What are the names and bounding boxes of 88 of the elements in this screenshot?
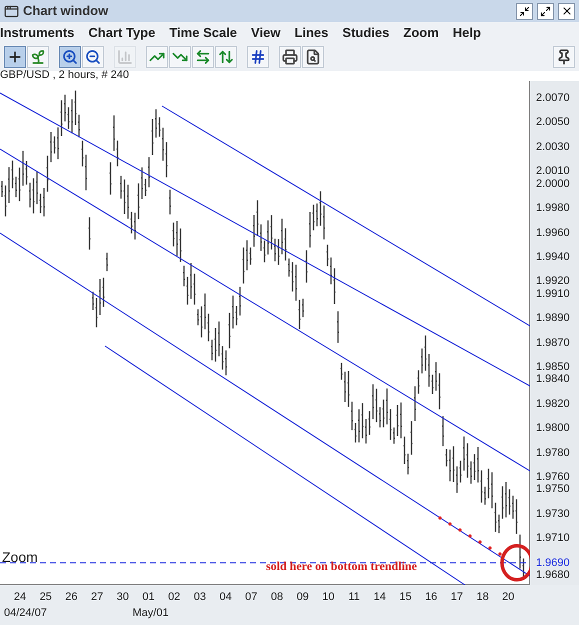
crosshair-icon bbox=[7, 49, 23, 65]
price-label: 1.9910 bbox=[536, 288, 570, 300]
date-label: 25 bbox=[40, 590, 52, 605]
date-label: 26 bbox=[65, 590, 78, 605]
price-label: 1.9680 bbox=[536, 569, 570, 581]
chart-title: GBP/USD , 2 hours, # 240 bbox=[0, 70, 130, 81]
price-label: 1.9840 bbox=[536, 373, 570, 386]
menu-item[interactable]: Studies bbox=[342, 22, 390, 42]
zoom-label: Zoom bbox=[2, 548, 38, 567]
maximize-icon bbox=[540, 6, 551, 16]
printer-button[interactable] bbox=[279, 46, 301, 68]
trend-down-button[interactable] bbox=[169, 46, 191, 68]
date-label: 11 bbox=[348, 590, 360, 605]
arrows-horizontal-button[interactable] bbox=[192, 46, 214, 68]
price-label: 1.9940 bbox=[536, 251, 570, 263]
price-label: 1.9690 bbox=[536, 556, 570, 569]
print-preview-button[interactable] bbox=[302, 46, 324, 68]
date-label: 01 bbox=[142, 590, 155, 605]
arrows-vertical-button[interactable] bbox=[215, 46, 237, 68]
date-label: 09 bbox=[296, 590, 309, 605]
price-label: 1.9820 bbox=[536, 398, 570, 410]
date-label: 02 bbox=[168, 590, 180, 605]
plant-button[interactable] bbox=[27, 46, 49, 68]
grid-button[interactable] bbox=[247, 46, 269, 68]
printer-icon bbox=[282, 49, 298, 65]
grid-icon bbox=[250, 49, 266, 65]
price-label: 1.9710 bbox=[536, 532, 570, 544]
date-label: 20 bbox=[502, 590, 514, 605]
price-label: 2.0030 bbox=[536, 140, 570, 153]
menu-item[interactable]: Chart Type bbox=[88, 22, 156, 42]
minimize-button[interactable] bbox=[516, 2, 533, 20]
print-preview-icon bbox=[305, 49, 321, 65]
annotation-text: sold here on bottom trendline bbox=[266, 558, 417, 575]
close-button[interactable] bbox=[558, 2, 575, 20]
date-label: 15 bbox=[399, 590, 412, 605]
zoom-in-icon bbox=[62, 49, 78, 65]
minimize-icon bbox=[519, 6, 530, 16]
menu-item[interactable]: View bbox=[251, 22, 280, 42]
arrows-horizontal-icon bbox=[195, 49, 211, 65]
zoom-in-button[interactable] bbox=[59, 46, 81, 68]
date-label: 04 bbox=[219, 590, 232, 605]
price-label: 2.0070 bbox=[536, 92, 570, 104]
date-label: 10 bbox=[322, 590, 335, 605]
trend-up-button[interactable] bbox=[146, 46, 168, 68]
close-icon bbox=[560, 5, 572, 17]
dotted-trendline-marks bbox=[438, 516, 502, 556]
menu-item[interactable]: Help bbox=[452, 22, 481, 42]
date-label: 07 bbox=[245, 590, 258, 605]
window-title: Chart window bbox=[23, 2, 108, 20]
price-label: 1.9750 bbox=[536, 483, 570, 496]
price-label: 1.9920 bbox=[536, 275, 570, 288]
zoom-out-button[interactable] bbox=[82, 46, 104, 68]
price-label: 1.9780 bbox=[536, 446, 570, 459]
price-label: 1.9730 bbox=[536, 508, 570, 520]
price-label: 1.9870 bbox=[536, 336, 570, 349]
price-label: 1.9760 bbox=[536, 471, 570, 484]
price-label: 1.9850 bbox=[536, 361, 570, 374]
price-label: 2.0050 bbox=[536, 116, 570, 128]
arrows-vertical-icon bbox=[218, 49, 234, 65]
price-label: 1.9980 bbox=[536, 202, 570, 214]
date-label: 03 bbox=[194, 590, 206, 605]
zoom-out-icon bbox=[85, 49, 101, 65]
date-label: 18 bbox=[476, 590, 489, 605]
date-label: 16 bbox=[425, 590, 438, 605]
price-label: 1.9800 bbox=[536, 422, 570, 434]
menu-item[interactable]: Time Scale bbox=[169, 22, 238, 42]
menu-item[interactable]: Instruments bbox=[0, 22, 74, 42]
date-label: 30 bbox=[116, 590, 129, 605]
date-label: 08 bbox=[270, 590, 284, 605]
window-icon bbox=[4, 4, 19, 18]
date-label: 14 bbox=[374, 590, 386, 605]
price-label: 2.0010 bbox=[536, 165, 570, 178]
bar-chart-icon bbox=[117, 49, 133, 65]
date-sublabel: 04/24/07 bbox=[4, 606, 47, 621]
date-label: 24 bbox=[14, 590, 26, 605]
crosshair-button[interactable] bbox=[4, 46, 26, 68]
date-sublabel: May/01 bbox=[132, 606, 169, 621]
date-label: 17 bbox=[450, 590, 464, 605]
date-label: 27 bbox=[90, 590, 104, 605]
price-label: 1.9960 bbox=[536, 226, 570, 239]
pin-icon bbox=[556, 49, 572, 65]
pin-button[interactable] bbox=[553, 46, 575, 68]
maximize-button[interactable] bbox=[537, 2, 554, 20]
price-label: 1.9890 bbox=[536, 312, 570, 324]
price-label: 2.0000 bbox=[536, 178, 570, 190]
plant-icon bbox=[30, 49, 46, 65]
menu-item[interactable]: Zoom bbox=[403, 22, 439, 42]
menu-item[interactable]: Lines bbox=[294, 22, 328, 42]
